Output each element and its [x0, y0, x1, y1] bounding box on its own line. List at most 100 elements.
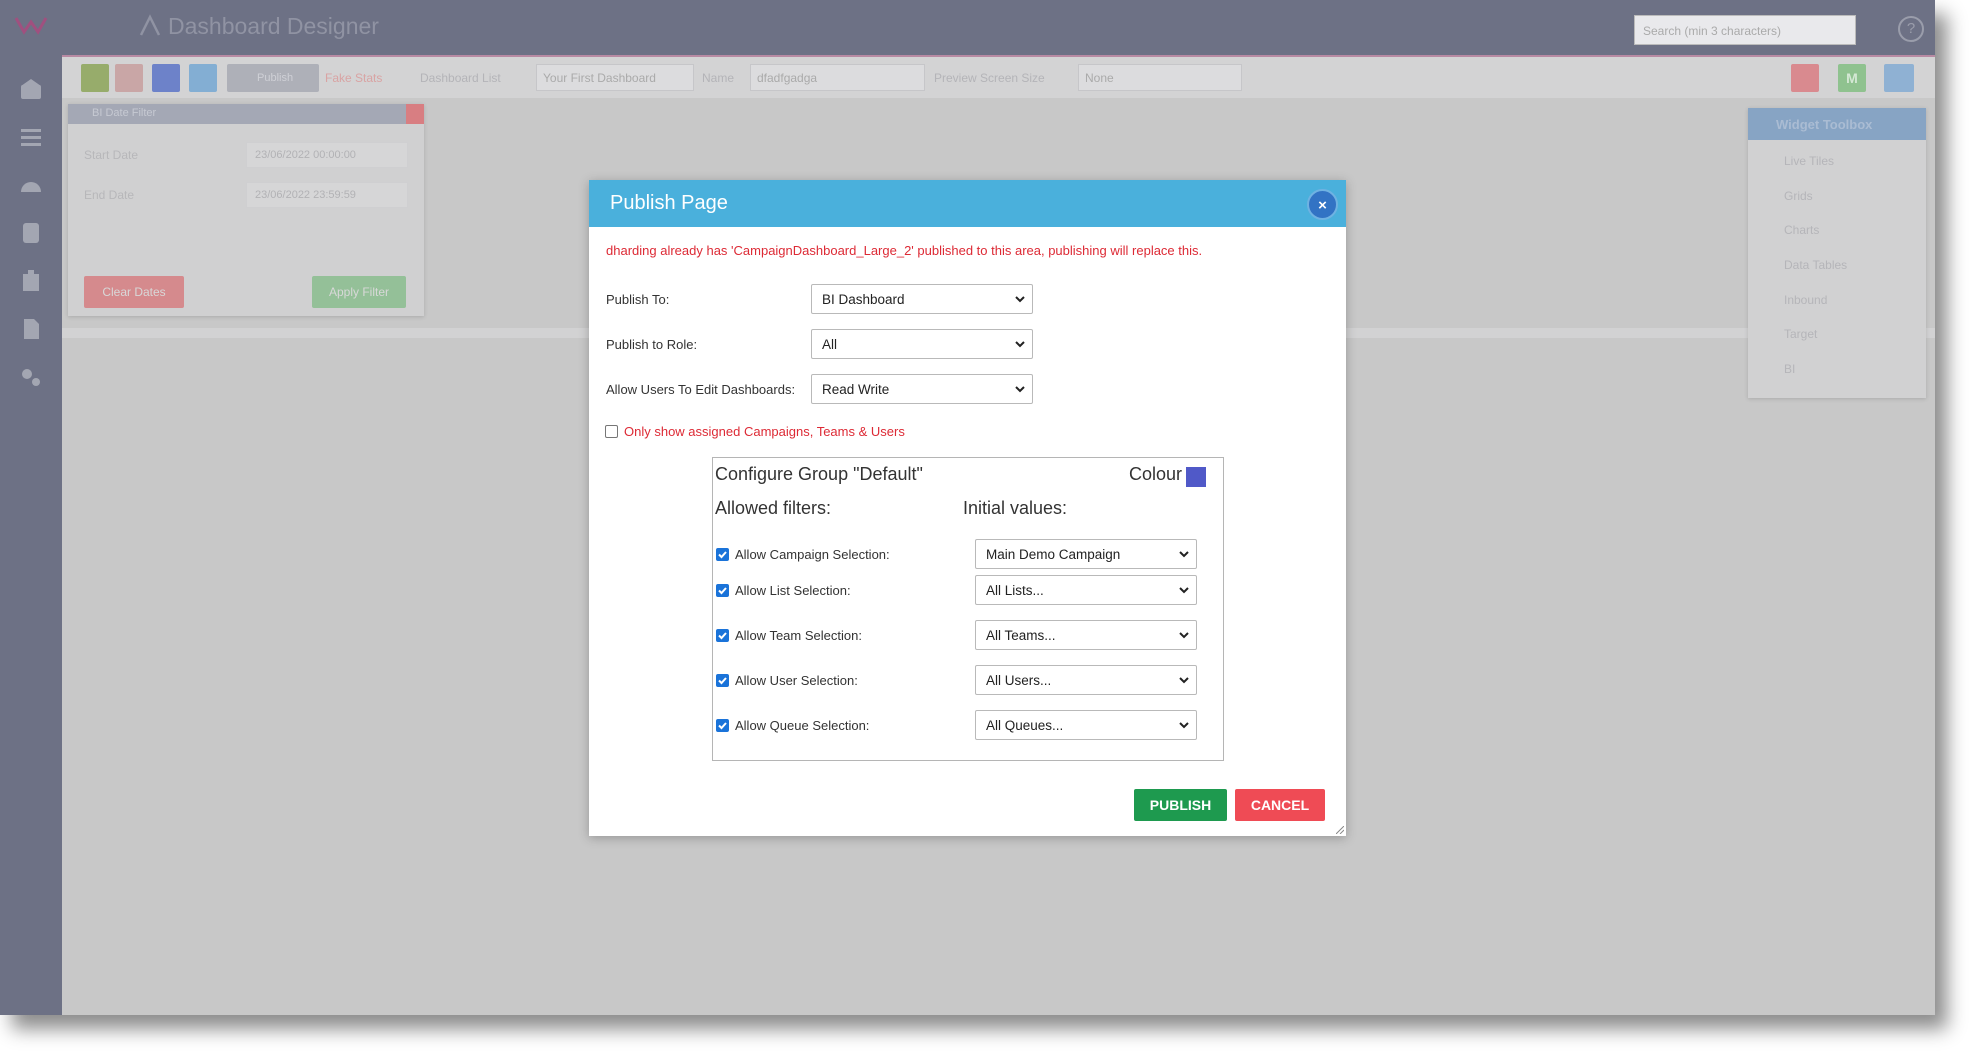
preview-size-select[interactable]: None — [1078, 64, 1242, 91]
document-icon[interactable] — [18, 316, 44, 342]
chevron-down-icon — [1179, 551, 1189, 558]
publish-button[interactable]: PUBLISH — [1134, 789, 1227, 821]
home-icon[interactable] — [18, 76, 44, 102]
start-date-input[interactable]: 23/06/2022 00:00:00 — [246, 142, 408, 168]
help-icon[interactable]: ? — [1898, 16, 1924, 42]
allow-queue-label: Allow Queue Selection: — [735, 718, 870, 733]
end-date-label: End Date — [84, 188, 135, 202]
menu-icon[interactable] — [1884, 64, 1914, 92]
allow-edit-value: Read Write — [822, 382, 890, 397]
replace-warning: dharding already has 'CampaignDashboard_… — [606, 243, 1203, 258]
team-value: All Teams... — [986, 628, 1056, 643]
chevron-down-icon — [1179, 587, 1189, 594]
publish-role-label: Publish to Role: — [606, 337, 698, 352]
only-show-label: Only show assigned Campaigns, Teams & Us… — [624, 424, 905, 439]
team-select[interactable]: All Teams... — [975, 620, 1197, 650]
chevron-down-icon — [1179, 722, 1189, 729]
dialog-title: Publish Page — [610, 192, 728, 214]
configure-group-panel: Configure Group "Default" Colour Allowed… — [712, 457, 1224, 761]
allow-edit-select[interactable]: Read Write — [811, 374, 1033, 404]
fake-stats-checkbox[interactable]: Fake Stats — [325, 71, 382, 85]
sidebar — [0, 0, 62, 1015]
list-value: All Lists... — [986, 583, 1044, 598]
checkbox-checked-icon[interactable] — [716, 548, 729, 561]
toolbox-item-target[interactable]: Target — [1784, 327, 1817, 341]
toolbox-header: Widget Toolbox — [1748, 108, 1926, 140]
publish-to-label: Publish To: — [606, 292, 670, 307]
close-icon[interactable]: × — [1307, 189, 1338, 220]
app-title: Dashboard Designer — [168, 13, 379, 39]
sliders-icon[interactable] — [18, 124, 44, 150]
initial-values-header: Initial values: — [963, 498, 1068, 518]
only-show-checkbox[interactable] — [605, 425, 618, 438]
dashboard-list-label: Dashboard List — [420, 71, 501, 85]
name-label: Name — [702, 71, 735, 85]
campaign-value: Main Demo Campaign — [986, 547, 1121, 562]
cancel-button[interactable]: CANCEL — [1235, 789, 1325, 821]
user-select[interactable]: All Users... — [975, 665, 1197, 695]
chevron-down-icon — [1015, 386, 1025, 393]
toolbox-item-grids[interactable]: Grids — [1784, 189, 1813, 203]
close-icon[interactable] — [406, 104, 424, 124]
checkbox-checked-icon[interactable] — [716, 674, 729, 687]
allow-team-option[interactable]: Allow Team Selection: — [716, 628, 862, 643]
allow-team-label: Allow Team Selection: — [735, 628, 862, 643]
checkbox-checked-icon[interactable] — [716, 584, 729, 597]
chevron-down-icon — [1179, 632, 1189, 639]
pdf-icon[interactable] — [1791, 64, 1819, 92]
publish-role-select[interactable]: All — [811, 329, 1033, 359]
toolbox-item-data-tables[interactable]: Data Tables — [1784, 258, 1847, 272]
publish-to-select[interactable]: BI Dashboard — [811, 284, 1033, 314]
publish-toolbar-button[interactable]: Publish — [227, 64, 319, 92]
toolbox-item-live-tiles[interactable]: Live Tiles — [1784, 154, 1834, 168]
m-button[interactable]: M — [1838, 64, 1866, 92]
widget-header[interactable]: BI Date Filter — [68, 104, 424, 124]
publish-role-value: All — [822, 337, 838, 352]
publish-to-value: BI Dashboard — [822, 292, 905, 307]
list-select[interactable]: All Lists... — [975, 575, 1197, 605]
allow-queue-option[interactable]: Allow Queue Selection: — [716, 718, 869, 733]
allow-campaign-label: Allow Campaign Selection: — [735, 547, 890, 562]
toolbox-item-inbound[interactable]: Inbound — [1784, 293, 1827, 307]
dashboard-list-select[interactable]: Your First Dashboard — [536, 64, 694, 91]
widget-toolbox: Widget Toolbox Live Tiles Grids Charts D… — [1748, 108, 1926, 398]
campaign-select[interactable]: Main Demo Campaign — [975, 539, 1197, 569]
copy-icon[interactable] — [189, 64, 217, 92]
only-show-assigned-option[interactable]: Only show assigned Campaigns, Teams & Us… — [605, 424, 905, 439]
save-icon[interactable] — [81, 64, 109, 92]
checkbox-checked-icon[interactable] — [716, 629, 729, 642]
queue-select[interactable]: All Queues... — [975, 710, 1197, 740]
dashboard-gauge-icon[interactable] — [18, 172, 44, 198]
preview-size-label: Preview Screen Size — [934, 71, 1045, 85]
building-icon[interactable] — [18, 268, 44, 294]
end-date-input[interactable]: 23/06/2022 23:59:59 — [246, 182, 408, 208]
delete-icon[interactable] — [115, 64, 143, 92]
name-input[interactable]: dfadfgadga — [750, 64, 925, 91]
allow-user-option[interactable]: Allow User Selection: — [716, 673, 858, 688]
clear-dates-button[interactable]: Clear Dates — [84, 276, 184, 308]
designer-toolbar: Publish Fake Stats Dashboard List Your F… — [62, 55, 1935, 98]
search-input[interactable]: Search (min 3 characters) — [1634, 15, 1856, 45]
allow-user-label: Allow User Selection: — [735, 673, 858, 688]
toolbox-item-bi[interactable]: BI — [1784, 362, 1795, 376]
database-icon[interactable] — [18, 220, 44, 246]
allow-list-option[interactable]: Allow List Selection: — [716, 583, 851, 598]
colour-label: Colour — [1129, 464, 1183, 484]
checkbox-checked-icon[interactable] — [716, 719, 729, 732]
chevron-down-icon — [1015, 296, 1025, 303]
brand-logo-icon[interactable] — [14, 14, 48, 36]
new-page-icon[interactable] — [152, 64, 180, 92]
start-date-label: Start Date — [84, 148, 139, 162]
settings-cogs-icon[interactable] — [18, 364, 44, 390]
resize-grip-icon[interactable] — [1336, 826, 1344, 834]
queue-value: All Queues... — [986, 718, 1064, 733]
colour-swatch[interactable] — [1186, 467, 1206, 487]
chevron-down-icon — [1015, 341, 1025, 348]
publish-page-dialog: Publish Page × dharding already has 'Cam… — [589, 180, 1346, 836]
allow-campaign-option[interactable]: Allow Campaign Selection: — [716, 547, 890, 562]
allow-edit-label: Allow Users To Edit Dashboards: — [606, 382, 796, 397]
chevron-down-icon — [1179, 677, 1189, 684]
toolbox-item-charts[interactable]: Charts — [1784, 223, 1819, 237]
user-value: All Users... — [986, 673, 1052, 688]
apply-filter-button[interactable]: Apply Filter — [312, 276, 406, 308]
